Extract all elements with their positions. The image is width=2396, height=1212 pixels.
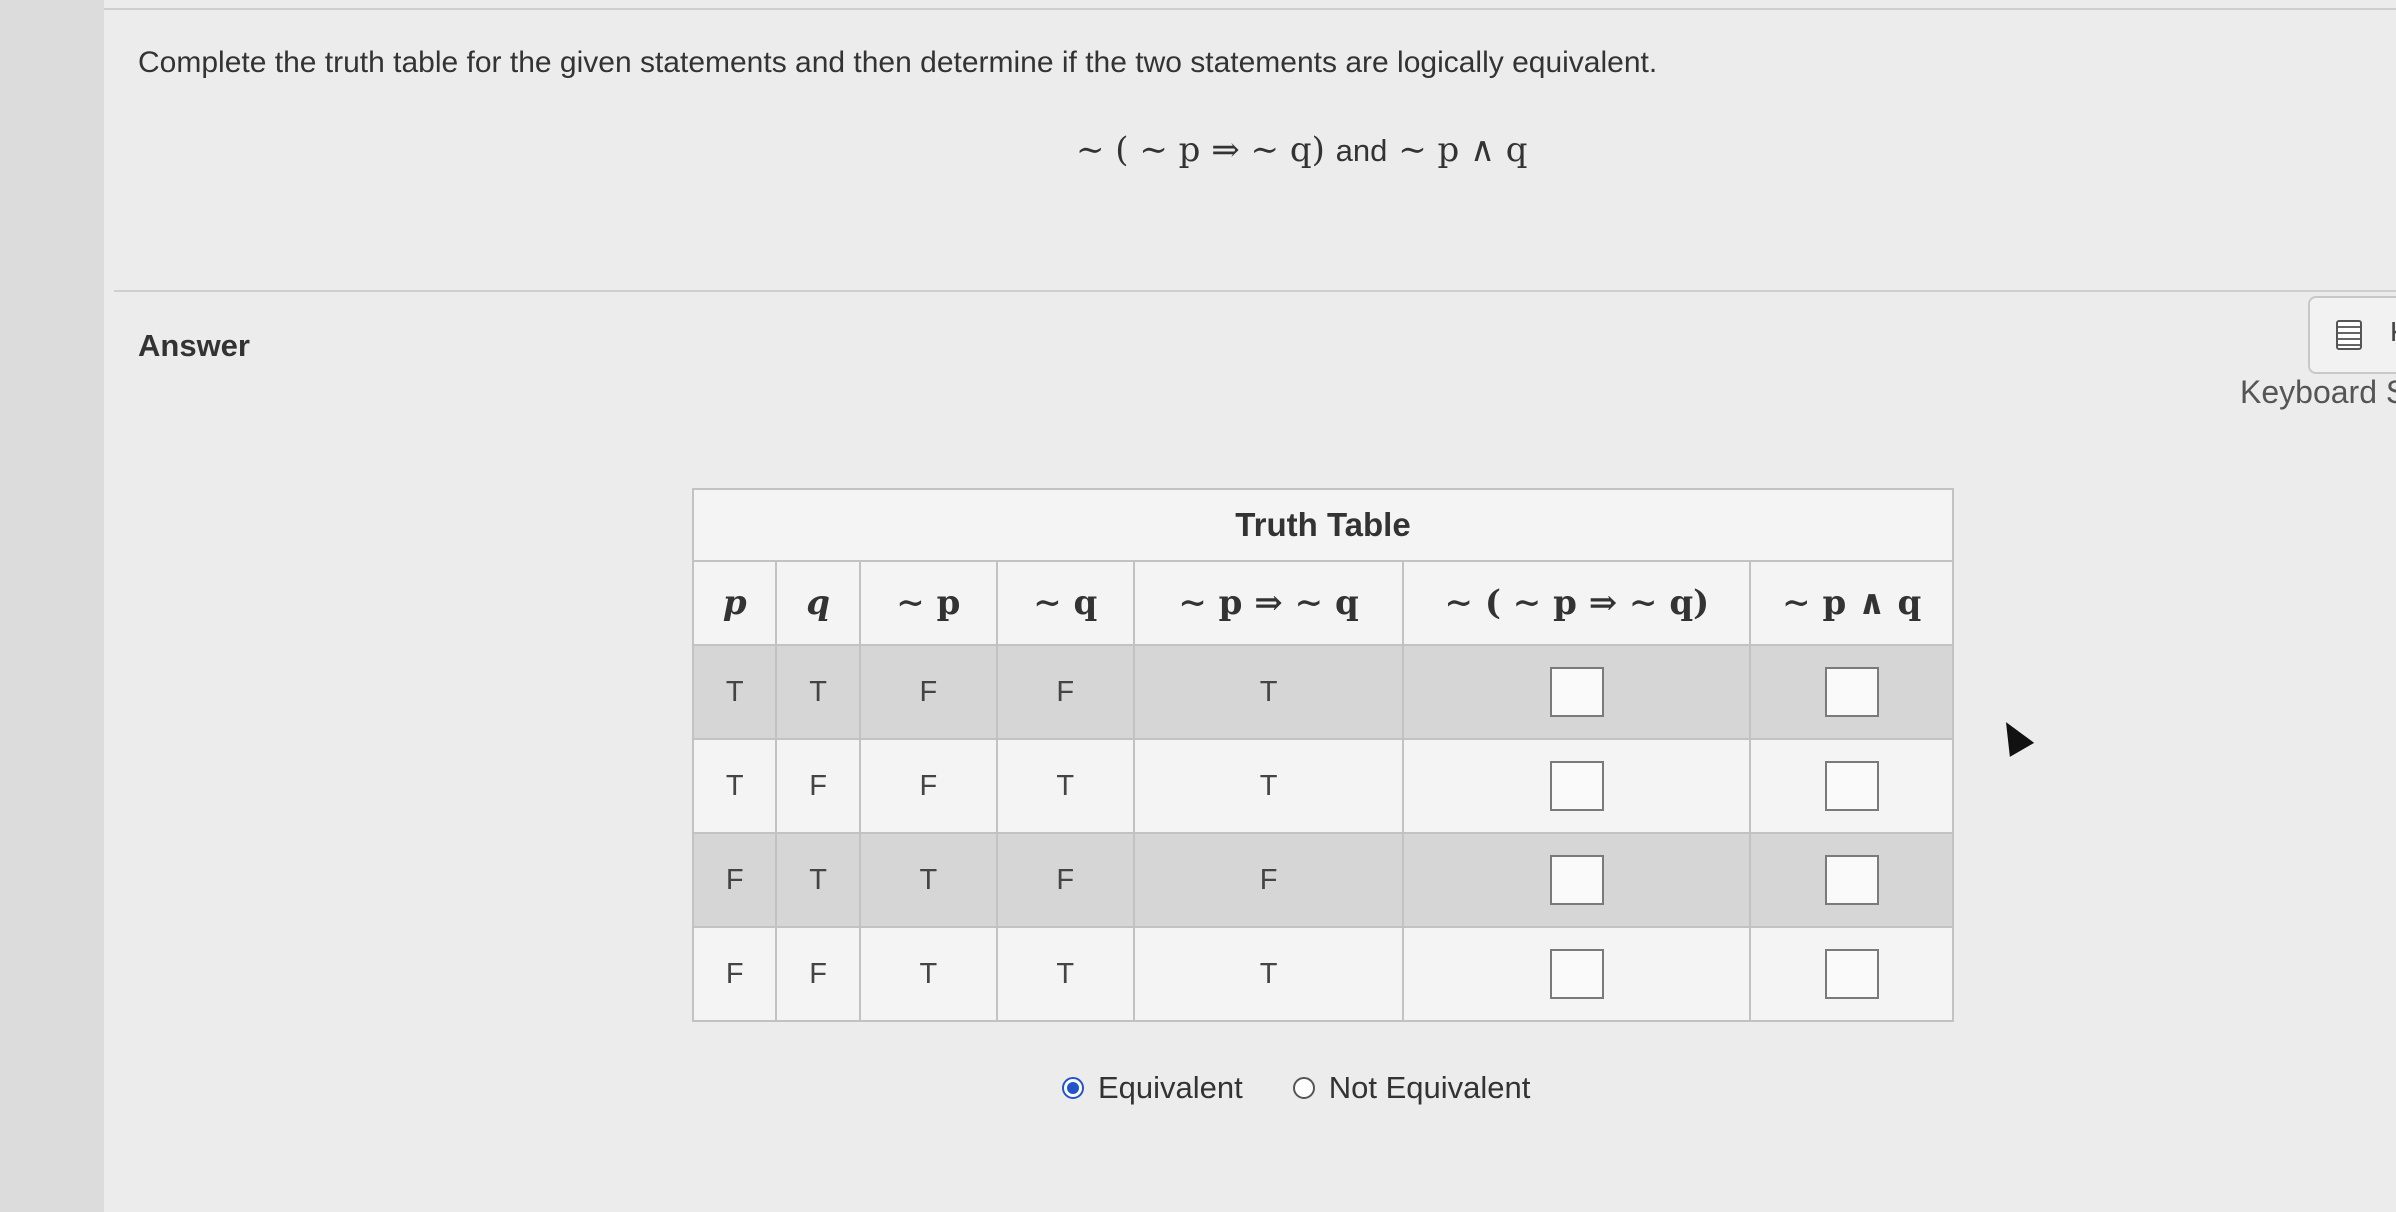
cell-q: T	[775, 832, 861, 928]
answer-input-box[interactable]	[1824, 949, 1879, 999]
cell-not-q: F	[995, 832, 1135, 928]
cell-p: F	[691, 832, 778, 928]
answer-input-box[interactable]	[1824, 667, 1879, 717]
cell-p: T	[691, 738, 778, 834]
cell-not-p: F	[858, 738, 998, 834]
cell-not-q: T	[995, 926, 1135, 1022]
truth-table: Truth Table p q ∼ p ∼ q ∼ p ⇒ ∼ q ∼ ( ∼ …	[691, 488, 1954, 1022]
cell-not-q: T	[995, 738, 1135, 834]
cell-not-q: F	[995, 644, 1135, 740]
cell-q: F	[775, 926, 861, 1022]
cell-q: F	[775, 738, 861, 834]
cell-not-p: T	[858, 832, 998, 928]
cell-implication: T	[1132, 926, 1405, 1022]
answer-input-box[interactable]	[1549, 761, 1604, 811]
answer-input-box[interactable]	[1549, 949, 1604, 999]
table-caption: Truth Table	[692, 488, 1954, 562]
header-negated-implication: ∼ ( ∼ p ⇒ ∼ q)	[1402, 560, 1752, 646]
cell-not-p-and-q	[1749, 832, 1954, 928]
question-text: Complete the truth table for the given s…	[138, 46, 1658, 79]
cell-negated-implication	[1402, 832, 1752, 928]
cell-not-p-and-q	[1749, 926, 1954, 1022]
header-not-q: ∼ q	[995, 560, 1135, 646]
table-header-row: p q ∼ p ∼ q ∼ p ⇒ ∼ q ∼ ( ∼ p ⇒ ∼ q) ∼ p…	[691, 560, 1954, 646]
not-equivalent-label: Not Equivalent	[1328, 1070, 1531, 1105]
statement-left: ∼ ( ∼ p ⇒ ∼ q)	[1076, 130, 1325, 170]
header-p: p	[691, 560, 778, 646]
table-row: F F T T T	[691, 926, 1954, 1022]
section-divider	[114, 290, 2396, 292]
statement-right: ∼ p ∧ q	[1398, 130, 1528, 170]
keyboard-button-text: K	[2390, 316, 2396, 348]
equivalent-radio[interactable]: Equivalent	[1062, 1070, 1243, 1106]
header-not-p-and-q: ∼ p ∧ q	[1749, 560, 1954, 646]
keyboard-button[interactable]: K	[2308, 296, 2396, 374]
top-divider	[104, 8, 2396, 10]
cell-not-p: T	[858, 926, 998, 1022]
calculator-icon	[2336, 320, 2362, 350]
answer-label: Answer	[138, 328, 250, 363]
cell-negated-implication	[1402, 738, 1752, 834]
table-row: T T F F T	[691, 644, 1954, 740]
keyboard-shortcuts-link[interactable]: Keyboard S	[2240, 374, 2396, 411]
equivalent-label: Equivalent	[1098, 1070, 1243, 1105]
statement-and: and	[1335, 133, 1388, 168]
cell-p: T	[691, 644, 778, 740]
cell-p: F	[691, 926, 778, 1022]
cell-implication: T	[1132, 644, 1405, 740]
statement-expression: ∼ ( ∼ p ⇒ ∼ q) and ∼ p ∧ q	[1076, 130, 1528, 170]
table-row: F T T F F	[691, 832, 1954, 928]
answer-input-box[interactable]	[1824, 761, 1879, 811]
answer-input-box[interactable]	[1549, 667, 1604, 717]
cell-implication: T	[1132, 738, 1405, 834]
cell-not-p: F	[858, 644, 998, 740]
equivalence-choice: Equivalent Not Equivalent	[1062, 1070, 1580, 1106]
table-row: T F F T T	[691, 738, 1954, 834]
cell-q: T	[775, 644, 861, 740]
header-not-p: ∼ p	[858, 560, 998, 646]
radio-selected-icon[interactable]	[1062, 1077, 1084, 1099]
cell-not-p-and-q	[1749, 644, 1954, 740]
header-implication: ∼ p ⇒ ∼ q	[1132, 560, 1405, 646]
cell-not-p-and-q	[1749, 738, 1954, 834]
answer-input-box[interactable]	[1824, 855, 1879, 905]
not-equivalent-radio[interactable]: Not Equivalent	[1292, 1070, 1531, 1106]
cell-implication: F	[1132, 832, 1405, 928]
cell-negated-implication	[1402, 644, 1752, 740]
header-q: q	[775, 560, 861, 646]
radio-unselected-icon[interactable]	[1292, 1077, 1315, 1099]
answer-input-box[interactable]	[1549, 855, 1604, 905]
cell-negated-implication	[1402, 926, 1752, 1022]
